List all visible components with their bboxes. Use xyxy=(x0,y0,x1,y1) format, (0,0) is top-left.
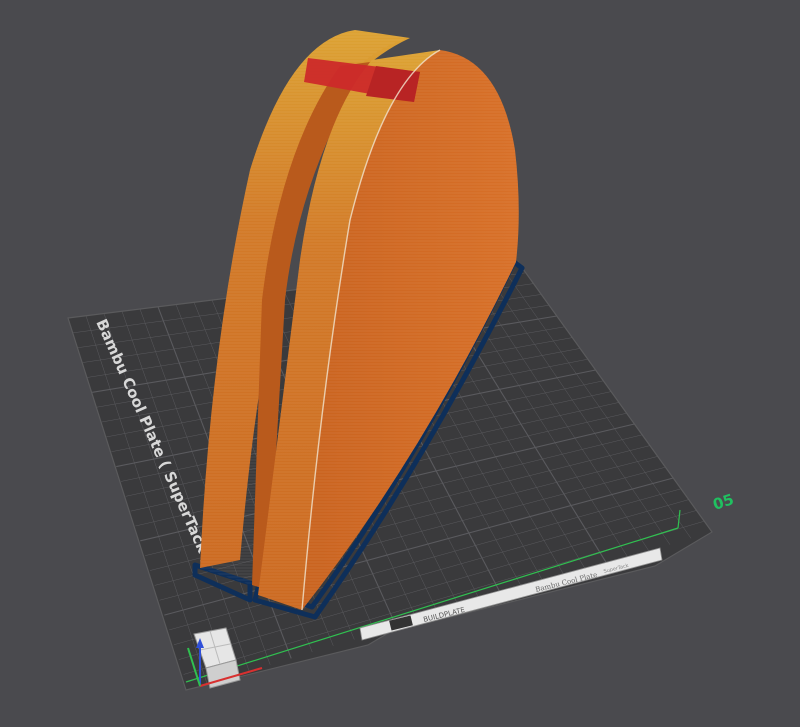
plate-number: 05 xyxy=(711,490,736,514)
3d-viewport[interactable]: Bambu Cool Plate ( SuperTack ) BUILDPLAT… xyxy=(0,0,800,727)
